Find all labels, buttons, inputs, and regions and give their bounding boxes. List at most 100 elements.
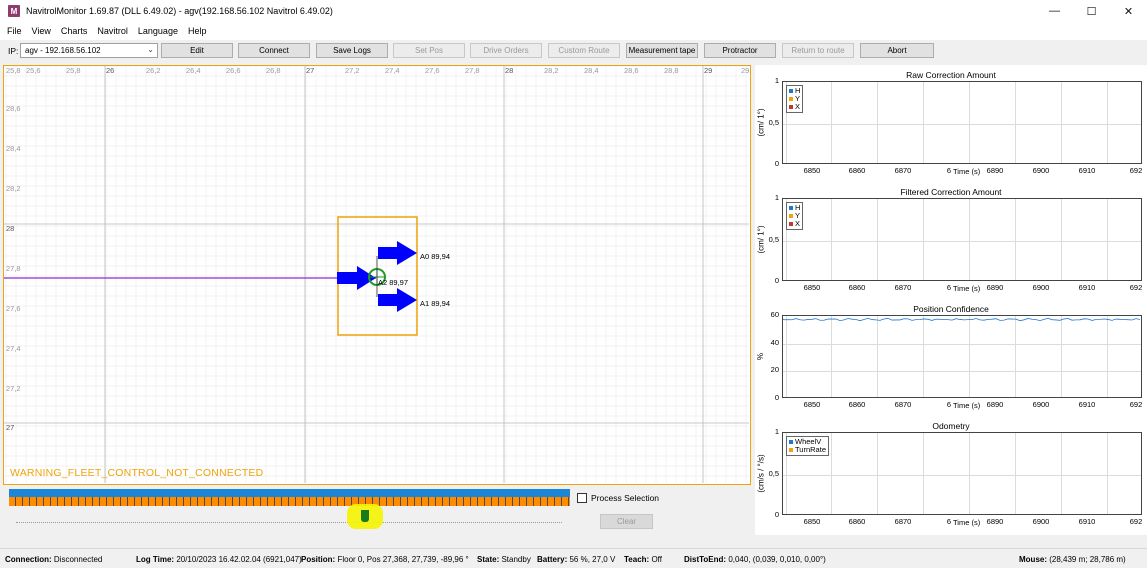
map-y-tick-major: 28 — [6, 224, 14, 233]
maximize-button[interactable]: ☐ — [1073, 0, 1110, 22]
chart-title: Raw Correction Amount — [906, 70, 996, 80]
status-teach-label: Teach: — [624, 555, 650, 564]
menu-charts[interactable]: Charts — [61, 26, 88, 36]
map-x-tick: 27,6 — [425, 66, 440, 75]
chart-grid-line — [969, 199, 970, 280]
menu-language[interactable]: Language — [138, 26, 178, 36]
chart-y-axis-label: % — [755, 315, 767, 398]
chart-0: Raw Correction Amount (cm/ 1°) H Y X 1 0,5 0 685… — [755, 65, 1147, 182]
chart-x-tick: 6890 — [986, 400, 1004, 409]
close-button[interactable]: ✕ — [1110, 0, 1147, 22]
status-mouse: Mouse: (28,439 m; 28,786 m) — [1019, 555, 1126, 564]
protractor-button[interactable]: Protractor — [704, 43, 776, 58]
chart-x-tick: 6910 — [1078, 517, 1096, 526]
custom-route-button[interactable]: Custom Route — [548, 43, 620, 58]
menu-bar: File View Charts Navitrol Language Help — [0, 22, 1147, 40]
map-x-tick: 25,8 — [66, 66, 81, 75]
map-y-tick: 28,2 — [6, 184, 21, 193]
chart-plot-area[interactable]: HYX — [782, 198, 1142, 281]
chart-x-tick: 6860 — [848, 400, 866, 409]
map-x-tick: 27,2 — [345, 66, 360, 75]
chart-legend: HYX — [786, 85, 804, 113]
map-y-tick: 27,6 — [6, 304, 21, 313]
chart-title: Position Confidence — [913, 304, 989, 314]
status-bar: Connection: Disconnected Log Time: 20/10… — [0, 548, 1147, 568]
chart-grid-line — [1015, 199, 1016, 280]
chart-x-axis-label: Time (s) — [953, 518, 981, 527]
antenna-label-a0: A0 89,94 — [420, 252, 450, 261]
chart-plot-area[interactable]: HYX — [782, 81, 1142, 164]
legend-item: X — [789, 103, 800, 111]
chart-plot-area[interactable] — [782, 315, 1142, 398]
process-selection-checkbox[interactable] — [577, 493, 587, 503]
legend-label: TurnRate — [795, 445, 826, 454]
chart-grid-line — [1061, 82, 1062, 163]
chart-y-tick: 0 — [774, 159, 779, 168]
clear-button[interactable]: Clear — [600, 514, 653, 529]
antenna-arrow-a1 — [378, 288, 417, 312]
chart-x-tick: 692 — [1129, 166, 1143, 175]
map-y-tick: 28,4 — [6, 144, 21, 153]
chart-grid-line — [877, 433, 878, 514]
chart-grid-line — [923, 82, 924, 163]
map-x-tick: 26,8 — [266, 66, 281, 75]
set-pos-button[interactable]: Set Pos — [393, 43, 465, 58]
legend-swatch — [789, 440, 793, 444]
chart-x-tick: 6900 — [1032, 283, 1050, 292]
chart-plot-area[interactable]: WheelV TurnRate — [782, 432, 1142, 515]
chart-x-tick: 6900 — [1032, 517, 1050, 526]
chart-x-tick: 6900 — [1032, 166, 1050, 175]
connect-button[interactable]: Connect — [238, 43, 310, 58]
chart-grid-line — [877, 199, 878, 280]
map-y-tick: 27,4 — [6, 344, 21, 353]
chart-grid-line — [831, 82, 832, 163]
chart-grid-line — [1061, 433, 1062, 514]
timeline-log-ticks[interactable] — [9, 497, 570, 506]
status-logtime-label: Log Time: — [136, 555, 175, 564]
save-logs-button[interactable]: Save Logs — [316, 43, 388, 58]
chart-y-tick: 20 — [770, 365, 779, 375]
chart-y-tick: 0,5 — [768, 117, 779, 127]
menu-navitrol[interactable]: Navitrol — [97, 26, 128, 36]
drive-orders-button[interactable]: Drive Orders — [470, 43, 542, 58]
chart-grid-line — [923, 199, 924, 280]
chart-x-tick: 6890 — [986, 166, 1004, 175]
abort-button[interactable]: Abort — [860, 43, 934, 58]
status-battery-label: Battery: — [537, 555, 568, 564]
return-to-route-button[interactable]: Return to route — [782, 43, 854, 58]
chart-x-tick: 6860 — [848, 517, 866, 526]
status-disttoend: DistToEnd: 0,040, (0,039, 0,010, 0,00°) — [684, 555, 826, 564]
map-view[interactable]: 25,8 25,6 25,8 26,2 26,4 26,6 26,8 27,2 … — [3, 65, 751, 485]
menu-file[interactable]: File — [7, 26, 22, 36]
timeline-track[interactable] — [16, 522, 562, 524]
map-canvas[interactable]: 25,8 25,6 25,8 26,2 26,4 26,6 26,8 27,2 … — [4, 66, 749, 483]
minimize-button[interactable]: — — [1036, 0, 1073, 22]
fleet-control-warning: WARNING_FLEET_CONTROL_NOT_CONNECTED — [10, 467, 264, 479]
chart-x-axis-label: Time (s) — [953, 167, 981, 176]
chart-x-tick: 6860 — [848, 283, 866, 292]
navitrol-monitor-window: M NavitrolMonitor 1.69.87 (DLL 6.49.02) … — [0, 0, 1147, 568]
map-x-tick: 26,4 — [186, 66, 201, 75]
map-x-tick: 28,2 — [544, 66, 559, 75]
map-x-tick-edge: 29 — [741, 66, 749, 75]
measurement-tape-button[interactable]: Measurement tape — [626, 43, 698, 58]
antenna-arrow-a2 — [337, 266, 376, 290]
chart-grid-line — [783, 240, 1141, 242]
edit-button[interactable]: Edit — [161, 43, 233, 58]
chart-grid-line — [969, 82, 970, 163]
timeline-slider-thumb[interactable] — [361, 510, 370, 522]
legend-swatch — [789, 448, 793, 452]
chart-grid-line — [1107, 199, 1108, 280]
chart-x-tick: 6870 — [894, 166, 912, 175]
map-y-tick: 28,6 — [6, 104, 21, 113]
chart-grid-line — [1107, 433, 1108, 514]
timeline-range-bar[interactable] — [9, 489, 570, 497]
process-selection-label[interactable]: Process Selection — [591, 493, 659, 503]
map-x-tick: 25,6 — [26, 66, 41, 75]
menu-view[interactable]: View — [32, 26, 51, 36]
menu-help[interactable]: Help — [188, 26, 207, 36]
chart-x-tick: 6860 — [848, 166, 866, 175]
chart-grid-line — [831, 199, 832, 280]
ip-select[interactable]: agv - 192.168.56.102 ⌄ — [20, 43, 158, 58]
chart-y-tick: 0 — [774, 510, 779, 519]
